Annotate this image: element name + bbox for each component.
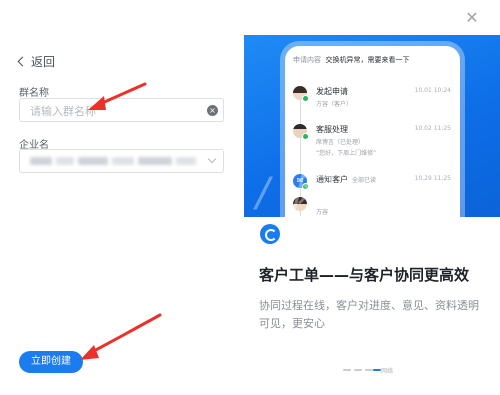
back-label: 返回 [31,55,56,69]
carousel-dot[interactable] [365,369,373,371]
timeline-time: 10.02 11:25 [414,125,451,132]
timeline-title: 发起申请 [316,87,348,96]
phone-header-value: 交换机异常，需要来看一下 [325,56,410,64]
arrow-to-button [80,313,162,360]
promo-description: 协同过程在线，客户对进度、意见、资料透明可见，更安心 [259,299,479,330]
chevron-left-icon [17,56,28,67]
promo-title: 客户工单——与客户协同更高效 [259,266,470,284]
redacted-text [56,157,74,165]
redacted-text [176,157,196,165]
company-select[interactable] [19,149,224,173]
group-name-input[interactable]: 请输入群名称 × [19,98,224,122]
carousel-dot-active[interactable] [373,369,381,371]
phone-header-label: 申请内容 [293,56,321,64]
chevron-down-icon [207,154,217,164]
group-name-placeholder: 请输入群名称 [30,105,96,118]
redacted-text [138,157,172,165]
timeline-sub: 方容（客户） [316,101,353,108]
timeline-time: 10.01 10:24 [414,87,451,94]
carousel-dot[interactable] [343,369,351,371]
timeline-sub: 席博言（已处理） [316,139,365,146]
watermark: / 网 [256,170,335,216]
timeline-sub-2: “您好，下周上门维修” [316,150,377,157]
check-icon [302,95,309,102]
check-icon [302,133,309,140]
redacted-text [30,157,52,165]
close-icon[interactable]: ✕ [462,8,482,28]
carousel-label: 网络 [381,368,394,375]
back-link[interactable]: 返回 [17,53,56,70]
carousel-dot[interactable] [354,369,362,371]
create-now-button[interactable]: 立即创建 [19,351,83,373]
app-logo-icon [260,224,280,244]
create-group-dialog: ✕ 返回 群名称 请输入群名称 × 企业名 立即创建 申请内容 交换机异常，需要… [0,0,500,395]
clear-icon[interactable]: × [207,105,218,116]
phone-header: 申请内容 交换机异常，需要来看一下 [293,55,409,65]
timeline-title: 客服处理 [316,125,348,134]
group-name-label: 群名称 [19,88,49,99]
timeline-time: 10.29 11:25 [414,175,451,182]
redacted-text [78,157,108,165]
timeline-tag: 全部已读 [352,177,377,184]
redacted-text [112,157,134,165]
